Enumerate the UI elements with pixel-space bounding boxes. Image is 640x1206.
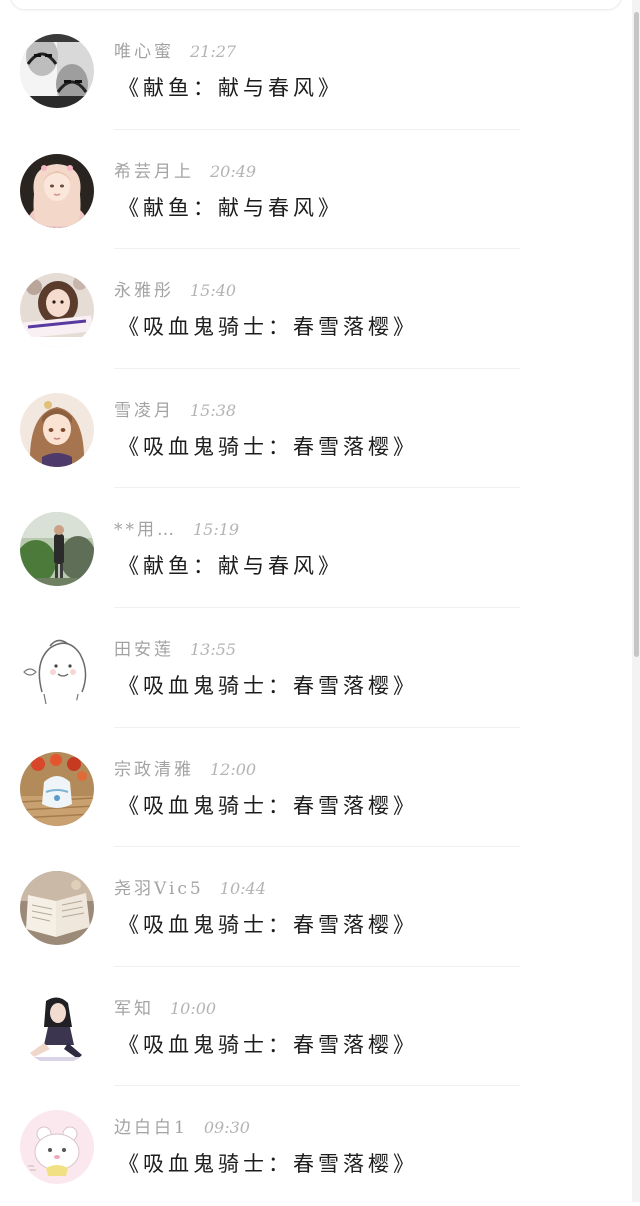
list-item[interactable]: 边白白1 09:30 《吸血鬼骑士：春雪落樱》: [0, 1086, 632, 1206]
timestamp: 12:00: [210, 759, 257, 779]
username[interactable]: 宗政清雅: [114, 760, 194, 780]
comment-list: 唯心蜜 21:27 《献鱼：献与春风》 希芸月上 20:49 《献鱼：献与春风》: [0, 10, 632, 1206]
username[interactable]: 军知: [114, 999, 154, 1019]
comment-meta: 边白白1 09:30: [114, 1116, 250, 1140]
comment-text[interactable]: 《献鱼：献与春风》: [118, 552, 343, 580]
garden-photo-avatar-icon: [20, 512, 94, 587]
list-item[interactable]: 尧羽Vic5 10:44 《吸血鬼骑士：春雪落樱》: [0, 847, 632, 967]
list-item[interactable]: 希芸月上 20:49 《献鱼：献与春风》: [0, 130, 632, 250]
avatar[interactable]: [20, 751, 94, 826]
username[interactable]: **用…: [114, 520, 177, 540]
doodle-avatar-icon: [20, 631, 94, 706]
list-item[interactable]: 雪凌月 15:38 《吸血鬼骑士：春雪落樱》: [0, 369, 632, 489]
wind-chime-avatar-icon: [20, 751, 94, 826]
comment-meta: 宗政清雅 12:00: [114, 758, 256, 782]
list-item[interactable]: 宗政清雅 12:00 《吸血鬼骑士：春雪落樱》: [0, 728, 632, 848]
username[interactable]: 希芸月上: [114, 162, 194, 182]
comment-text[interactable]: 《吸血鬼骑士：春雪落樱》: [118, 792, 418, 820]
previous-card-edge: [10, 0, 622, 10]
username[interactable]: 田安莲: [114, 640, 174, 660]
girl-with-sign-avatar-icon: [20, 273, 94, 348]
avatar[interactable]: [20, 392, 94, 467]
avatar[interactable]: [20, 990, 94, 1065]
timestamp: 21:27: [190, 42, 237, 61]
comment-text[interactable]: 《吸血鬼骑士：春雪落樱》: [118, 672, 418, 700]
avatar[interactable]: [20, 512, 94, 587]
comment-text[interactable]: 《吸血鬼骑士：春雪落樱》: [118, 1150, 418, 1178]
comment-text[interactable]: 《献鱼：献与春风》: [118, 194, 343, 222]
scrollbar[interactable]: [632, 0, 640, 1202]
list-item[interactable]: 永雅彤 15:40 《吸血鬼骑士：春雪落樱》: [0, 249, 632, 369]
bear-cartoon-avatar-icon: [20, 1110, 94, 1185]
username[interactable]: 尧羽Vic5: [114, 879, 204, 899]
timestamp: 15:19: [193, 520, 240, 540]
comment-text[interactable]: 《吸血鬼骑士：春雪落樱》: [118, 911, 418, 939]
avatar[interactable]: [20, 871, 94, 946]
timestamp: 15:40: [190, 281, 237, 301]
brown-hair-girl-avatar-icon: [20, 392, 94, 467]
comment-meta: 希芸月上 20:49: [114, 160, 256, 184]
comment-text[interactable]: 《献鱼：献与春风》: [118, 74, 343, 102]
open-book-avatar-icon: [20, 871, 94, 946]
avatar[interactable]: [20, 34, 94, 108]
username[interactable]: 唯心蜜: [114, 42, 174, 62]
timestamp: 10:44: [219, 879, 266, 899]
comment-text[interactable]: 《吸血鬼骑士：春雪落樱》: [118, 313, 418, 341]
comment-meta: 军知 10:00: [114, 997, 216, 1021]
face-collage-avatar-icon: [20, 34, 94, 108]
comment-meta: **用… 15:19: [114, 518, 239, 542]
comment-meta: 唯心蜜 21:27: [114, 40, 236, 64]
list-item[interactable]: 田安莲 13:55 《吸血鬼骑士：春雪落樱》: [0, 608, 632, 728]
avatar[interactable]: [20, 631, 94, 706]
comment-meta: 永雅彤 15:40: [114, 279, 236, 303]
list-item[interactable]: 唯心蜜 21:27 《献鱼：献与春风》: [0, 10, 632, 130]
comment-text[interactable]: 《吸血鬼骑士：春雪落樱》: [118, 1031, 418, 1059]
username[interactable]: 边白白1: [114, 1118, 188, 1138]
timestamp: 09:30: [203, 1118, 250, 1138]
avatar[interactable]: [20, 153, 94, 228]
timestamp: 10:00: [170, 998, 217, 1018]
anime-girl-avatar-icon: [20, 153, 94, 228]
timestamp: 13:55: [190, 639, 237, 659]
timestamp: 20:49: [210, 161, 257, 181]
comment-meta: 田安莲 13:55: [114, 638, 236, 662]
list-item[interactable]: **用… 15:19 《献鱼：献与春风》: [0, 488, 632, 608]
timestamp: 15:38: [190, 400, 237, 420]
comment-meta: 尧羽Vic5 10:44: [114, 877, 266, 901]
list-item[interactable]: 军知 10:00 《吸血鬼骑士：春雪落樱》: [0, 967, 632, 1087]
scrollbar-thumb[interactable]: [634, 12, 639, 657]
comment-meta: 雪凌月 15:38: [114, 399, 236, 423]
avatar[interactable]: [20, 273, 94, 348]
username[interactable]: 雪凌月: [114, 401, 174, 421]
avatar[interactable]: [20, 1110, 94, 1185]
username[interactable]: 永雅彤: [114, 281, 174, 301]
comment-text[interactable]: 《吸血鬼骑士：春雪落樱》: [118, 433, 418, 461]
sitting-figure-avatar-icon: [20, 990, 94, 1065]
